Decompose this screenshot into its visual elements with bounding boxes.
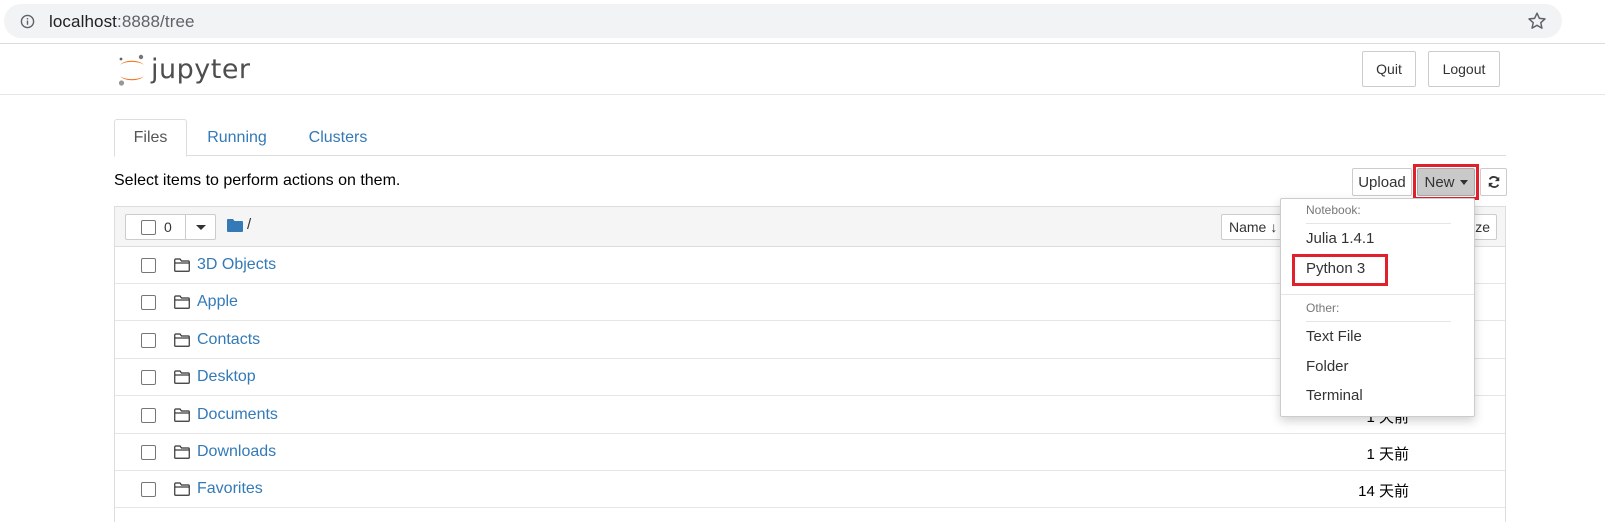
row-checkbox[interactable] xyxy=(141,445,156,460)
upload-button[interactable]: Upload xyxy=(1352,168,1412,196)
new-dropdown-menu: Notebook: Julia 1.4.1 Python 3 Other: Te… xyxy=(1280,198,1475,417)
sort-arrow-down-icon: ↓ xyxy=(1270,219,1278,235)
url-path: :8888/tree xyxy=(117,12,195,31)
file-name-link[interactable]: Downloads xyxy=(197,443,276,461)
main-tabs: Files Running Clusters xyxy=(114,119,1506,157)
menu-item-text-file[interactable]: Text File xyxy=(1306,328,1362,345)
table-row[interactable]: Favorites 14 天前 xyxy=(115,471,1505,509)
row-checkbox[interactable] xyxy=(141,295,156,311)
selected-count: 0 xyxy=(164,219,172,235)
sort-name-label: Name xyxy=(1229,219,1267,235)
sort-by-name-button[interactable]: Name ↓ xyxy=(1221,214,1287,240)
selection-hint: Select items to perform actions on them. xyxy=(114,172,401,189)
menu-item-julia[interactable]: Julia 1.4.1 xyxy=(1306,230,1374,247)
breadcrumb-root[interactable]: / xyxy=(247,216,251,233)
python3-highlight xyxy=(1292,254,1388,286)
file-name-link[interactable]: Favorites xyxy=(197,480,263,498)
menu-item-folder[interactable]: Folder xyxy=(1306,358,1349,375)
folder-icon xyxy=(174,370,190,385)
select-all-checkbox[interactable] xyxy=(141,220,156,235)
info-icon[interactable] xyxy=(20,14,35,29)
divider xyxy=(1281,294,1474,295)
folder-icon xyxy=(174,407,190,422)
divider xyxy=(1306,223,1451,224)
other-section-header: Other: xyxy=(1306,301,1340,315)
refresh-button[interactable] xyxy=(1480,168,1507,196)
url-host: localhost xyxy=(49,12,117,31)
refresh-icon xyxy=(1488,176,1499,188)
notebook-section-header: Notebook: xyxy=(1306,203,1361,217)
file-name-link[interactable]: Apple xyxy=(197,293,238,311)
browser-toolbar: localhost:8888/tree xyxy=(0,0,1605,44)
chevron-down-icon[interactable] xyxy=(196,225,206,230)
jupyter-header: jupyter Quit Logout xyxy=(0,44,1605,95)
file-name-link[interactable]: Documents xyxy=(197,406,278,424)
address-bar[interactable]: localhost:8888/tree xyxy=(4,4,1562,38)
file-modified: 1 天前 xyxy=(1366,446,1409,463)
row-checkbox[interactable] xyxy=(141,482,156,498)
folder-icon xyxy=(174,445,190,459)
jupyter-logo-icon xyxy=(118,54,144,86)
url-text[interactable]: localhost:8888/tree xyxy=(49,12,195,32)
file-name-link[interactable]: 3D Objects xyxy=(197,256,276,274)
folder-icon xyxy=(174,258,190,272)
divider xyxy=(1306,321,1451,322)
file-name-link[interactable]: Desktop xyxy=(197,368,256,386)
folder-icon xyxy=(174,482,190,497)
row-checkbox[interactable] xyxy=(141,407,156,423)
bookmark-star-icon[interactable] xyxy=(1526,10,1548,32)
folder-icon xyxy=(174,333,190,347)
row-checkbox[interactable] xyxy=(141,370,156,386)
file-modified: 14 天前 xyxy=(1358,483,1409,501)
select-all-group[interactable]: 0 xyxy=(125,214,216,240)
quit-button[interactable]: Quit xyxy=(1362,51,1416,87)
logo-text: jupyter xyxy=(151,54,251,85)
folder-icon[interactable] xyxy=(227,218,243,232)
file-name-link[interactable]: Contacts xyxy=(197,331,260,349)
tab-files[interactable]: Files xyxy=(114,119,187,157)
row-checkbox[interactable] xyxy=(141,332,156,348)
tab-running[interactable]: Running xyxy=(194,119,280,156)
folder-icon xyxy=(174,295,190,310)
table-row[interactable]: Downloads 1 天前 xyxy=(115,434,1505,471)
row-checkbox[interactable] xyxy=(141,258,156,273)
new-button-highlight xyxy=(1413,164,1479,200)
divider xyxy=(185,215,186,239)
logout-button[interactable]: Logout xyxy=(1428,51,1500,87)
tab-clusters[interactable]: Clusters xyxy=(292,119,384,156)
menu-item-terminal[interactable]: Terminal xyxy=(1306,387,1363,404)
